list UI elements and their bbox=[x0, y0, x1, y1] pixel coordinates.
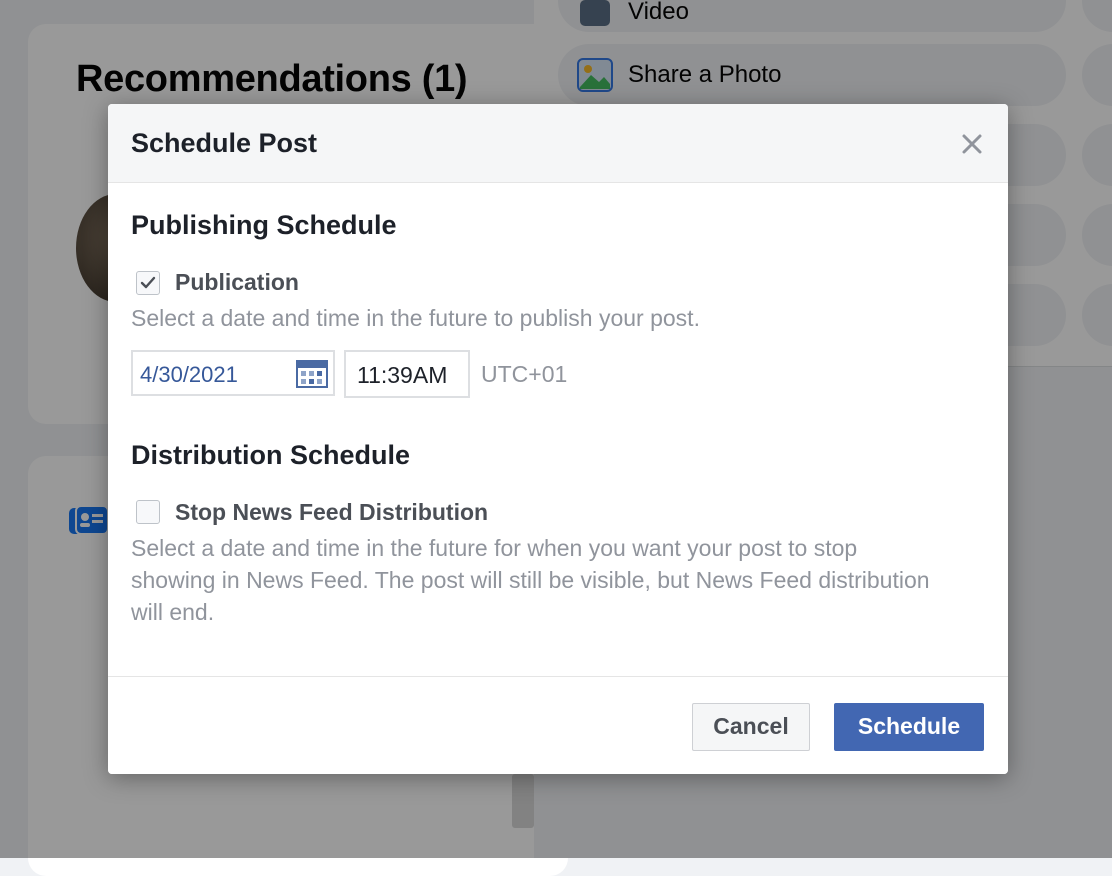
stop-distribution-checkbox[interactable] bbox=[136, 500, 160, 524]
dialog-header: Schedule Post bbox=[108, 104, 1008, 183]
publishing-schedule-heading: Publishing Schedule bbox=[131, 210, 397, 240]
publication-checkbox[interactable] bbox=[136, 271, 160, 295]
publication-help-text: Select a date and time in the future to … bbox=[131, 305, 700, 331]
publish-time-input[interactable]: 11:39AM bbox=[344, 350, 470, 398]
stop-distribution-label[interactable]: Stop News Feed Distribution bbox=[175, 499, 488, 526]
timezone-label: UTC+01 bbox=[481, 361, 568, 387]
distribution-help-text: Select a date and time in the future for… bbox=[131, 535, 930, 625]
schedule-post-dialog: Schedule Post Publishing Schedule Public… bbox=[108, 104, 1008, 774]
dialog-footer: Cancel Schedule bbox=[108, 676, 1008, 774]
distribution-schedule-heading: Distribution Schedule bbox=[131, 440, 411, 470]
calendar-icon[interactable] bbox=[296, 360, 328, 388]
close-icon[interactable] bbox=[958, 130, 986, 158]
dialog-title: Schedule Post bbox=[131, 128, 318, 158]
publish-time-value: 11:39AM bbox=[357, 362, 448, 388]
schedule-button[interactable]: Schedule bbox=[834, 703, 984, 751]
publication-label[interactable]: Publication bbox=[175, 269, 299, 296]
publish-date-value: 4/30/2021 bbox=[140, 362, 238, 387]
cancel-button[interactable]: Cancel bbox=[692, 703, 810, 751]
publish-date-input[interactable]: 4/30/2021 bbox=[131, 350, 335, 396]
checkmark-icon bbox=[140, 276, 156, 289]
